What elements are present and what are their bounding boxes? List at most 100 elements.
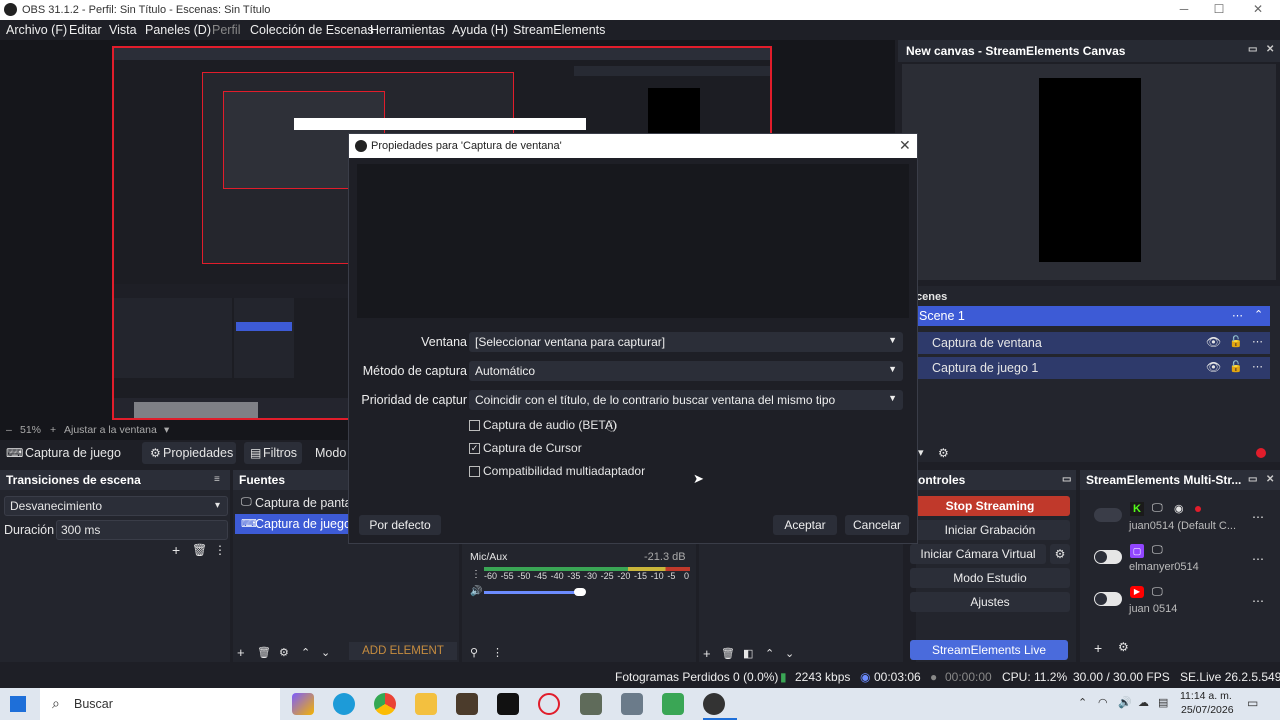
copilot-icon[interactable] <box>292 693 314 715</box>
virtual-camera-button[interactable]: Iniciar Cámara Virtual <box>910 544 1046 564</box>
more-horizontal-icon[interactable]: ⋯ <box>1252 510 1264 524</box>
add-icon[interactable]: + <box>172 542 180 558</box>
game-app2-icon[interactable] <box>580 693 602 715</box>
folder-icon[interactable] <box>415 693 437 715</box>
scene-down-icon[interactable]: ⌄ <box>785 647 794 660</box>
scene-up-icon[interactable]: ⌃ <box>765 647 774 660</box>
menu-streamelements[interactable]: StreamElements <box>513 23 605 37</box>
defaults-button[interactable]: Por defecto <box>359 515 441 535</box>
menu-archivo[interactable]: Archivo (F) <box>6 23 67 37</box>
keyboard-icon[interactable]: ▤ <box>1158 696 1168 709</box>
accept-button[interactable]: Aceptar <box>773 515 837 535</box>
edge-icon[interactable] <box>333 693 355 715</box>
more-horizontal-icon[interactable]: ⋯ <box>1252 360 1263 373</box>
source-item[interactable]: 🖵 Captura de pantall <box>235 494 357 512</box>
menu-editar[interactable]: Editar <box>69 23 102 37</box>
mode-label[interactable]: Modo <box>315 446 346 460</box>
dock-close-icon[interactable]: ✕ <box>1266 44 1274 55</box>
taskbar-search[interactable]: ⌕ Buscar <box>40 688 280 720</box>
game-app-icon[interactable] <box>456 693 478 715</box>
dock-close-icon[interactable]: ✕ <box>1266 474 1274 485</box>
fit-dropdown-icon[interactable]: ▾ <box>164 424 169 436</box>
scene-item-selected[interactable]: Scene 1 ⋯ ⌃ <box>916 306 1270 326</box>
wifi-icon[interactable]: ◠ <box>1098 696 1108 709</box>
scene-settings-icon[interactable]: ⚙ <box>938 446 949 460</box>
remove-source-icon[interactable]: 🗑 <box>257 646 271 659</box>
zoom-minus-icon[interactable]: – <box>6 424 12 436</box>
add-scene-icon[interactable]: + <box>703 646 711 661</box>
volume-slider-handle[interactable] <box>574 588 586 596</box>
windows-start-icon[interactable] <box>10 696 26 712</box>
add-source-icon[interactable]: + <box>237 645 245 660</box>
more-horizontal-icon[interactable]: ⋯ <box>1252 594 1264 608</box>
undock-icon[interactable]: ▭ <box>1248 474 1257 485</box>
tiktok-icon[interactable] <box>497 693 519 715</box>
more-horizontal-icon[interactable]: ⋯ <box>1252 552 1264 566</box>
cloud-icon[interactable]: ☁ <box>1138 696 1149 709</box>
minimize-icon[interactable]: ─ <box>1174 2 1194 18</box>
mixer-link-icon[interactable]: ⚲ <box>470 646 478 659</box>
close-icon[interactable]: ✕ <box>1248 2 1268 18</box>
transition-select[interactable]: Desvanecimiento ▾ <box>4 496 228 516</box>
obs-taskbar-icon[interactable] <box>703 693 725 715</box>
minecraft-icon[interactable] <box>662 693 684 715</box>
game-app3-icon[interactable] <box>621 693 643 715</box>
cancel-button[interactable]: Cancelar <box>845 515 909 535</box>
move-up-icon[interactable]: ⌃ <box>301 646 310 659</box>
add-element-button[interactable]: ADD ELEMENT <box>349 642 457 660</box>
opera-icon[interactable] <box>538 693 560 715</box>
studio-mode-button[interactable]: Modo Estudio <box>910 568 1070 588</box>
move-down-icon[interactable]: ⌄ <box>321 646 330 659</box>
volume-icon[interactable]: 🔊 <box>1118 696 1132 709</box>
filters-button[interactable]: ▤ Filtros <box>244 442 302 464</box>
method-select[interactable]: Automático ▼ <box>469 361 903 381</box>
menu-perfil[interactable]: Perfil <box>212 23 240 37</box>
collapse-icon[interactable]: ⌃ <box>1254 308 1263 321</box>
start-recording-button[interactable]: Iniciar Grabación <box>910 520 1070 540</box>
settings-button[interactable]: Ajustes <box>910 592 1070 612</box>
notification-icon[interactable]: ▭ <box>1247 696 1258 710</box>
menu-paneles[interactable]: Paneles (D) <box>145 23 211 37</box>
more-vertical-icon[interactable]: ⋮ <box>214 543 226 557</box>
zoom-plus-icon[interactable]: + <box>50 424 56 436</box>
menu-vista[interactable]: Vista <box>109 23 137 37</box>
add-account-icon[interactable]: + <box>1094 640 1102 656</box>
compat-checkbox[interactable] <box>469 466 480 477</box>
audio-checkbox[interactable] <box>469 420 480 431</box>
scene-source-row[interactable]: Captura de ventana 👁 🔓 ⋯ <box>916 332 1270 354</box>
panel-menu-icon[interactable]: ≡ <box>214 474 220 485</box>
duration-input[interactable]: 300 ms <box>56 520 228 540</box>
scene-filter-icon[interactable]: ◧ <box>743 647 753 660</box>
remove-scene-icon[interactable]: 🗑 <box>721 647 735 660</box>
virtual-camera-settings-icon[interactable]: ⚙ <box>1050 544 1070 564</box>
lock-icon[interactable]: 🔓 <box>1229 360 1243 373</box>
more-horizontal-icon[interactable]: ⋯ <box>1252 335 1263 348</box>
tray-chevron-icon[interactable]: ⌃ <box>1078 696 1087 709</box>
source-item-selected[interactable]: ⌨ Captura de juego <box>235 514 351 534</box>
chrome-icon[interactable] <box>374 693 396 715</box>
lock-icon[interactable]: 🔓 <box>1229 335 1243 348</box>
mixer-more-icon[interactable]: ⋮ <box>492 646 503 659</box>
eye-icon[interactable]: 👁 <box>1206 360 1221 374</box>
stop-streaming-button[interactable]: Stop Streaming <box>910 496 1070 516</box>
eye-icon[interactable]: 👁 <box>1206 335 1221 349</box>
panel-menu-icon[interactable]: ▭ <box>1062 474 1071 485</box>
trash-icon[interactable]: 🗑 <box>192 543 207 557</box>
scene-toolbar-icon[interactable]: ▾ <box>918 446 924 459</box>
maximize-icon[interactable]: ☐ <box>1209 2 1229 18</box>
undock-icon[interactable]: ▭ <box>1248 44 1257 55</box>
menu-ayuda[interactable]: Ayuda (H) <box>452 23 508 37</box>
account-toggle[interactable] <box>1094 550 1122 564</box>
menu-herramientas[interactable]: Herramientas <box>370 23 445 37</box>
properties-button[interactable]: ⚙ Propiedades <box>142 442 236 464</box>
help-icon[interactable]: ⓘ <box>606 418 617 434</box>
cursor-checkbox[interactable]: ✓ <box>469 443 480 454</box>
volume-slider-track[interactable] <box>484 591 580 594</box>
mixer-menu-icon[interactable]: ⋮ <box>471 569 481 580</box>
live-support-button[interactable]: StreamElements Live Support <box>910 640 1068 677</box>
window-select[interactable]: [Seleccionar ventana para capturar] ▼ <box>469 332 903 352</box>
fit-window[interactable]: Ajustar a la ventana <box>64 424 157 436</box>
menu-coleccion[interactable]: Colección de Escenas <box>250 23 374 37</box>
canvas-preview[interactable] <box>902 64 1276 280</box>
account-toggle[interactable] <box>1094 508 1122 522</box>
